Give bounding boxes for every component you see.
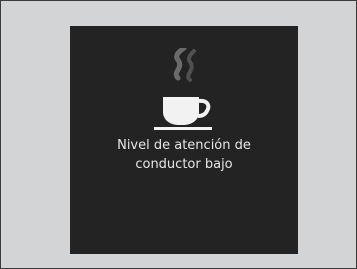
instrument-display-panel: Nivel de atención de conductor bajo — [70, 26, 298, 254]
message-line-2: conductor bajo — [135, 157, 233, 172]
coffee-cup-icon — [154, 48, 212, 130]
message-line-1: Nivel de atención de — [117, 138, 251, 153]
screenshot-frame: Nivel de atención de conductor bajo — [0, 0, 357, 269]
driver-attention-message: Nivel de atención de conductor bajo — [70, 136, 298, 174]
